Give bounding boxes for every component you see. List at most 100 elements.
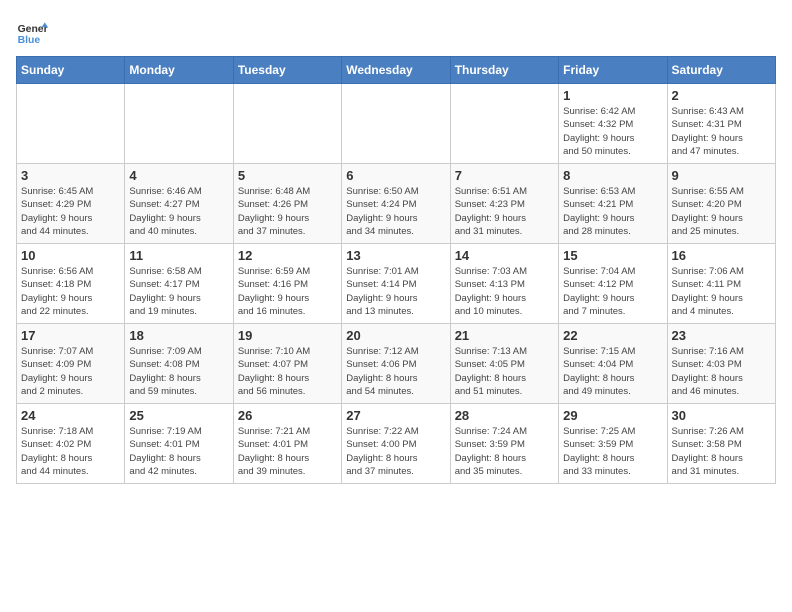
calendar-table: SundayMondayTuesdayWednesdayThursdayFrid… xyxy=(16,56,776,484)
calendar-cell: 11 Sunrise: 6:58 AM Sunset: 4:17 PM Dayli… xyxy=(125,244,233,324)
calendar-cell: 21 Sunrise: 7:13 AM Sunset: 4:05 PM Dayli… xyxy=(450,324,558,404)
day-info: Sunrise: 6:50 AM Sunset: 4:24 PM Dayligh… xyxy=(346,185,445,238)
calendar-cell: 10Sunrise: 6:56 AM Sunset: 4:18 PM Dayli… xyxy=(17,244,125,324)
day-info: Sunrise: 7:13 AM Sunset: 4:05 PM Dayligh… xyxy=(455,345,554,398)
day-info: Sunrise: 7:10 AM Sunset: 4:07 PM Dayligh… xyxy=(238,345,337,398)
calendar-cell: 3 Sunrise: 6:45 AM Sunset: 4:29 PM Daylig… xyxy=(17,164,125,244)
calendar-cell: 23Sunrise: 7:16 AM Sunset: 4:03 PM Dayli… xyxy=(667,324,775,404)
day-info: Sunrise: 6:59 AM Sunset: 4:16 PM Dayligh… xyxy=(238,265,337,318)
day-number: 13 xyxy=(346,248,445,263)
day-number: 8 xyxy=(563,168,662,183)
calendar-body: 1 Sunrise: 6:42 AM Sunset: 4:32 PM Daylig… xyxy=(17,84,776,484)
day-info: Sunrise: 7:06 AM Sunset: 4:11 PM Dayligh… xyxy=(672,265,771,318)
day-number: 14 xyxy=(455,248,554,263)
day-number: 10 xyxy=(21,248,120,263)
calendar-cell: 19 Sunrise: 7:10 AM Sunset: 4:07 PM Dayli… xyxy=(233,324,341,404)
calendar-cell: 17Sunrise: 7:07 AM Sunset: 4:09 PM Dayli… xyxy=(17,324,125,404)
calendar-cell xyxy=(233,84,341,164)
calendar-cell: 5 Sunrise: 6:48 AM Sunset: 4:26 PM Daylig… xyxy=(233,164,341,244)
day-info: Sunrise: 6:53 AM Sunset: 4:21 PM Dayligh… xyxy=(563,185,662,238)
day-info: Sunrise: 6:42 AM Sunset: 4:32 PM Dayligh… xyxy=(563,105,662,158)
day-number: 3 xyxy=(21,168,120,183)
day-number: 19 xyxy=(238,328,337,343)
day-number: 12 xyxy=(238,248,337,263)
day-number: 16 xyxy=(672,248,771,263)
day-number: 7 xyxy=(455,168,554,183)
day-number: 28 xyxy=(455,408,554,423)
day-info: Sunrise: 6:45 AM Sunset: 4:29 PM Dayligh… xyxy=(21,185,120,238)
day-number: 2 xyxy=(672,88,771,103)
calendar-cell xyxy=(17,84,125,164)
day-number: 24 xyxy=(21,408,120,423)
calendar-cell: 24 Sunrise: 7:18 AM Sunset: 4:02 PM Dayli… xyxy=(17,404,125,484)
day-info: Sunrise: 6:58 AM Sunset: 4:17 PM Dayligh… xyxy=(129,265,228,318)
calendar-cell: 29Sunrise: 7:25 AM Sunset: 3:59 PM Dayli… xyxy=(559,404,667,484)
logo-icon: General Blue xyxy=(16,16,48,48)
day-number: 6 xyxy=(346,168,445,183)
day-info: Sunrise: 7:04 AM Sunset: 4:12 PM Dayligh… xyxy=(563,265,662,318)
calendar-cell: 27Sunrise: 7:22 AM Sunset: 4:00 PM Dayli… xyxy=(342,404,450,484)
calendar-cell: 13 Sunrise: 7:01 AM Sunset: 4:14 PM Dayli… xyxy=(342,244,450,324)
calendar-cell: 22Sunrise: 7:15 AM Sunset: 4:04 PM Dayli… xyxy=(559,324,667,404)
day-number: 27 xyxy=(346,408,445,423)
day-info: Sunrise: 7:01 AM Sunset: 4:14 PM Dayligh… xyxy=(346,265,445,318)
calendar-cell: 4Sunrise: 6:46 AM Sunset: 4:27 PM Daylig… xyxy=(125,164,233,244)
calendar-cell: 28 Sunrise: 7:24 AM Sunset: 3:59 PM Dayli… xyxy=(450,404,558,484)
calendar-week-row: 3 Sunrise: 6:45 AM Sunset: 4:29 PM Daylig… xyxy=(17,164,776,244)
day-number: 21 xyxy=(455,328,554,343)
day-info: Sunrise: 7:25 AM Sunset: 3:59 PM Dayligh… xyxy=(563,425,662,478)
calendar-cell: 25 Sunrise: 7:19 AM Sunset: 4:01 PM Dayli… xyxy=(125,404,233,484)
calendar-cell: 12 Sunrise: 6:59 AM Sunset: 4:16 PM Dayli… xyxy=(233,244,341,324)
dow-header: Friday xyxy=(559,57,667,84)
day-info: Sunrise: 6:48 AM Sunset: 4:26 PM Dayligh… xyxy=(238,185,337,238)
calendar-cell: 6 Sunrise: 6:50 AM Sunset: 4:24 PM Daylig… xyxy=(342,164,450,244)
calendar-cell: 20 Sunrise: 7:12 AM Sunset: 4:06 PM Dayli… xyxy=(342,324,450,404)
day-info: Sunrise: 7:09 AM Sunset: 4:08 PM Dayligh… xyxy=(129,345,228,398)
days-of-week-row: SundayMondayTuesdayWednesdayThursdayFrid… xyxy=(17,57,776,84)
calendar-cell xyxy=(125,84,233,164)
day-number: 22 xyxy=(563,328,662,343)
calendar-cell xyxy=(450,84,558,164)
day-number: 15 xyxy=(563,248,662,263)
calendar-cell: 9 Sunrise: 6:55 AM Sunset: 4:20 PM Daylig… xyxy=(667,164,775,244)
calendar-cell: 7 Sunrise: 6:51 AM Sunset: 4:23 PM Daylig… xyxy=(450,164,558,244)
day-info: Sunrise: 7:24 AM Sunset: 3:59 PM Dayligh… xyxy=(455,425,554,478)
calendar-cell: 16 Sunrise: 7:06 AM Sunset: 4:11 PM Dayli… xyxy=(667,244,775,324)
day-info: Sunrise: 7:07 AM Sunset: 4:09 PM Dayligh… xyxy=(21,345,120,398)
day-number: 18 xyxy=(129,328,228,343)
day-info: Sunrise: 7:19 AM Sunset: 4:01 PM Dayligh… xyxy=(129,425,228,478)
day-info: Sunrise: 7:16 AM Sunset: 4:03 PM Dayligh… xyxy=(672,345,771,398)
calendar-week-row: 1 Sunrise: 6:42 AM Sunset: 4:32 PM Daylig… xyxy=(17,84,776,164)
svg-text:Blue: Blue xyxy=(18,35,41,46)
day-info: Sunrise: 6:51 AM Sunset: 4:23 PM Dayligh… xyxy=(455,185,554,238)
day-number: 20 xyxy=(346,328,445,343)
day-number: 30 xyxy=(672,408,771,423)
calendar-week-row: 17Sunrise: 7:07 AM Sunset: 4:09 PM Dayli… xyxy=(17,324,776,404)
logo: General Blue xyxy=(16,16,48,48)
day-number: 5 xyxy=(238,168,337,183)
calendar-week-row: 24 Sunrise: 7:18 AM Sunset: 4:02 PM Dayli… xyxy=(17,404,776,484)
day-info: Sunrise: 7:18 AM Sunset: 4:02 PM Dayligh… xyxy=(21,425,120,478)
calendar-cell: 15 Sunrise: 7:04 AM Sunset: 4:12 PM Dayli… xyxy=(559,244,667,324)
day-number: 1 xyxy=(563,88,662,103)
day-number: 25 xyxy=(129,408,228,423)
calendar-cell: 2Sunrise: 6:43 AM Sunset: 4:31 PM Daylig… xyxy=(667,84,775,164)
calendar-cell: 8 Sunrise: 6:53 AM Sunset: 4:21 PM Daylig… xyxy=(559,164,667,244)
calendar-cell: 1 Sunrise: 6:42 AM Sunset: 4:32 PM Daylig… xyxy=(559,84,667,164)
day-info: Sunrise: 6:55 AM Sunset: 4:20 PM Dayligh… xyxy=(672,185,771,238)
day-number: 9 xyxy=(672,168,771,183)
day-info: Sunrise: 7:26 AM Sunset: 3:58 PM Dayligh… xyxy=(672,425,771,478)
dow-header: Monday xyxy=(125,57,233,84)
calendar-cell: 18 Sunrise: 7:09 AM Sunset: 4:08 PM Dayli… xyxy=(125,324,233,404)
dow-header: Sunday xyxy=(17,57,125,84)
calendar-cell: 30 Sunrise: 7:26 AM Sunset: 3:58 PM Dayli… xyxy=(667,404,775,484)
calendar-week-row: 10Sunrise: 6:56 AM Sunset: 4:18 PM Dayli… xyxy=(17,244,776,324)
dow-header: Saturday xyxy=(667,57,775,84)
day-info: Sunrise: 7:03 AM Sunset: 4:13 PM Dayligh… xyxy=(455,265,554,318)
day-number: 11 xyxy=(129,248,228,263)
day-info: Sunrise: 7:12 AM Sunset: 4:06 PM Dayligh… xyxy=(346,345,445,398)
dow-header: Wednesday xyxy=(342,57,450,84)
day-number: 26 xyxy=(238,408,337,423)
day-info: Sunrise: 6:46 AM Sunset: 4:27 PM Dayligh… xyxy=(129,185,228,238)
calendar-cell: 26Sunrise: 7:21 AM Sunset: 4:01 PM Dayli… xyxy=(233,404,341,484)
